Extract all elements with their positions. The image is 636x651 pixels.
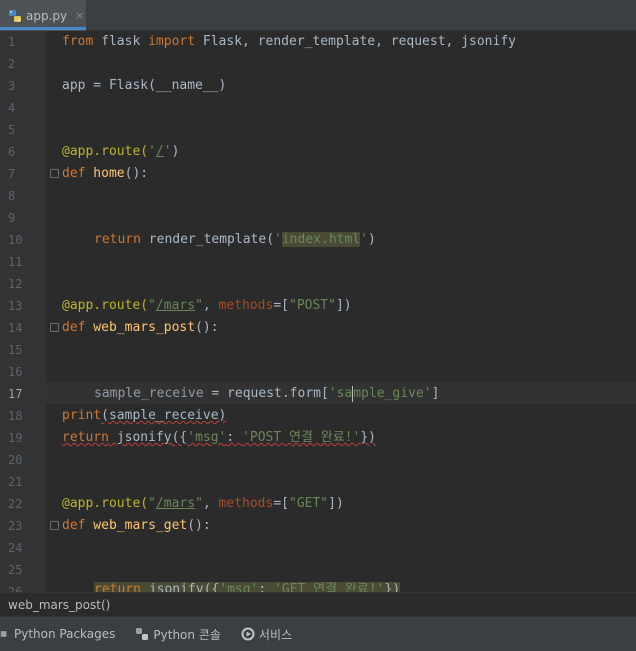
fold-marker[interactable] — [50, 521, 59, 530]
line-number: 19 — [8, 431, 23, 445]
tool-label: Python Packages — [14, 627, 116, 641]
fold-marker[interactable] — [50, 169, 59, 178]
line-number: 21 — [8, 475, 23, 489]
line-number: 18 — [8, 409, 23, 423]
close-icon[interactable]: × — [75, 9, 84, 22]
line-number: 5 — [8, 123, 16, 137]
code-line-3: app = Flask(__name__) — [62, 78, 227, 93]
code-line-13: @app.route("/mars", methods=["POST"]) — [62, 298, 352, 313]
code-line-26: return jsonify({'msg': 'GET 연결 완료!'}) — [94, 579, 401, 592]
tool-label: 서비스 — [258, 627, 293, 642]
active-tab-indicator — [0, 27, 86, 30]
line-number: 17 — [8, 387, 23, 401]
line-number: 23 — [8, 519, 23, 533]
python-file-icon — [9, 9, 21, 22]
line-number: 25 — [8, 563, 23, 577]
code-line-1: from flask import Flask, render_template… — [62, 34, 516, 49]
line-number: 10 — [8, 233, 23, 247]
line-number: 15 — [8, 343, 23, 357]
services-button[interactable]: 서비스 — [241, 626, 292, 643]
line-number: 22 — [8, 497, 23, 511]
line-number: 24 — [8, 541, 23, 555]
breadcrumb-item[interactable]: web_mars_post() — [8, 598, 110, 612]
fold-marker[interactable] — [50, 323, 59, 332]
line-number: 4 — [8, 101, 16, 115]
line-number: 26 — [8, 585, 23, 592]
line-number: 7 — [8, 167, 16, 181]
editor-tab-bar: app.py × — [0, 0, 636, 31]
services-icon — [241, 627, 255, 641]
tool-window-bar: Python Packages Python 콘솔 서비스 — [0, 616, 636, 651]
layers-icon — [0, 631, 7, 637]
code-line-17: sample_receive = request.form['sample_gi… — [94, 385, 440, 402]
line-number: 9 — [8, 211, 16, 225]
line-number: 8 — [8, 189, 16, 203]
line-number: 14 — [8, 321, 23, 335]
line-number: 13 — [8, 299, 23, 313]
tab-label: app.py — [26, 8, 68, 23]
line-number: 20 — [8, 453, 23, 467]
text-caret — [352, 385, 354, 402]
line-number: 6 — [8, 145, 16, 159]
code-line-10: return render_template('index.html') — [94, 232, 376, 247]
line-number: 1 — [8, 35, 16, 49]
code-editor[interactable]: 1 2 3 4 5 6 7 8 9 10 11 12 13 14 15 16 17 18 19 20 21 22 23 24 2… — [0, 31, 636, 592]
line-number: 16 — [8, 365, 23, 379]
python-packages-button[interactable]: Python Packages — [0, 627, 115, 641]
breadcrumb[interactable]: web_mars_post() — [0, 592, 636, 616]
line-number: 11 — [8, 255, 23, 269]
line-number: 3 — [8, 79, 16, 93]
code-line-22: @app.route("/mars", methods=["GET"]) — [62, 496, 344, 511]
line-number: 12 — [8, 277, 23, 291]
line-number: 2 — [8, 57, 16, 71]
code-line-6: @app.route('/') — [62, 144, 180, 159]
code-line-19: return jsonify({'msg': 'POST 연결 완료!'}) — [62, 430, 376, 445]
code-line-14: def web_mars_post(): — [62, 320, 219, 335]
code-line-7: def home(): — [62, 166, 149, 181]
python-console-icon — [136, 628, 149, 640]
code-line-18: print(sample_receive) — [62, 408, 227, 423]
code-line-23: def web_mars_get(): — [62, 518, 211, 533]
python-console-button[interactable]: Python 콘솔 — [135, 626, 221, 643]
tool-label: Python 콘솔 — [153, 627, 221, 642]
